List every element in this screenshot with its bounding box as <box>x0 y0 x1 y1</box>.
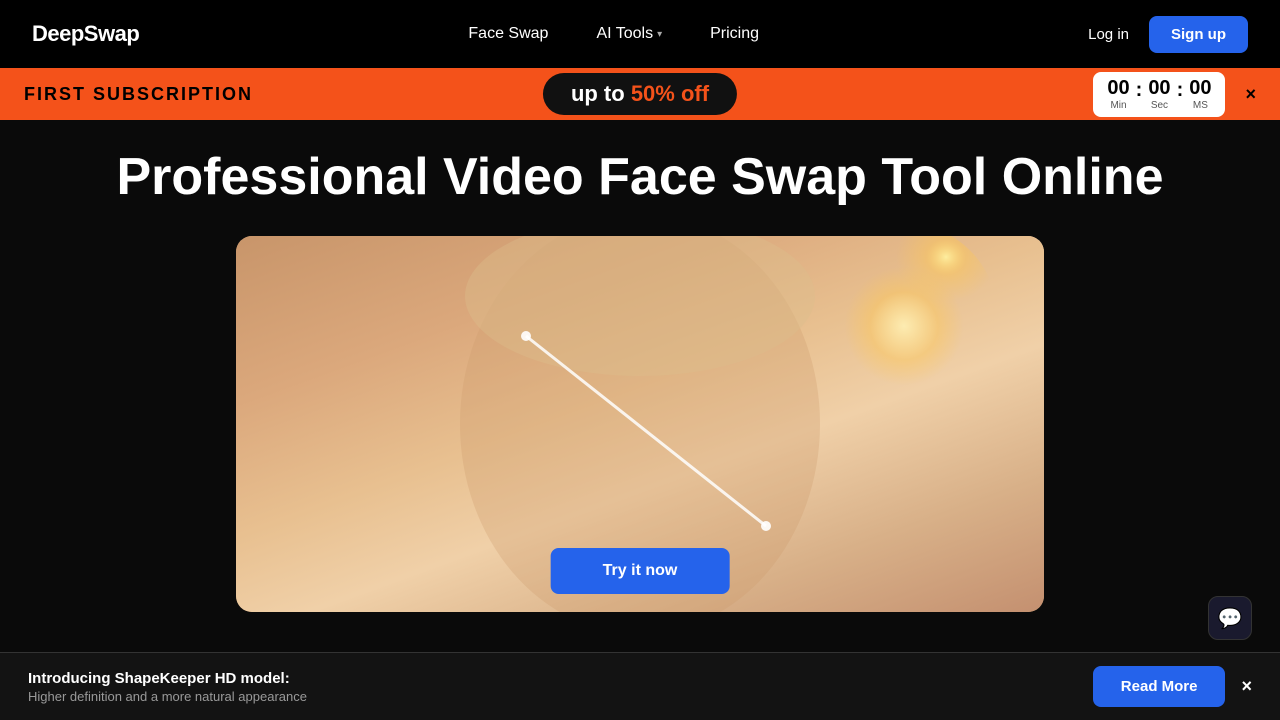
promo-banner: FIRST SUBSCRIPTION up to 50% off 00 Min … <box>0 68 1280 120</box>
hero-title: Professional Video Face Swap Tool Online <box>117 148 1164 208</box>
notification-text: Introducing ShapeKeeper HD model: Higher… <box>28 670 307 704</box>
chat-widget[interactable]: 💬 <box>1208 596 1252 640</box>
countdown-sep-2: : <box>1177 79 1184 110</box>
notification-subtitle: Higher definition and a more natural app… <box>28 689 307 704</box>
navbar: DeepSwap Face Swap AI Tools ▾ Pricing Lo… <box>0 0 1280 68</box>
promo-pill: up to 50% off <box>543 73 737 115</box>
countdown-ms: 00 MS <box>1189 78 1211 111</box>
promo-left-text: FIRST SUBSCRIPTION <box>24 84 253 105</box>
nav-ai-tools[interactable]: AI Tools ▾ <box>596 25 662 43</box>
notification-title: Introducing ShapeKeeper HD model: <box>28 670 307 687</box>
promo-prefix: up to <box>571 81 631 106</box>
signup-button[interactable]: Sign up <box>1149 16 1248 53</box>
notification-actions: Read More × <box>1093 666 1252 707</box>
video-button-area: Try it now <box>551 548 730 594</box>
countdown-min: 00 Min <box>1107 78 1129 111</box>
read-more-button[interactable]: Read More <box>1093 666 1226 707</box>
brand-logo[interactable]: DeepSwap <box>32 21 139 47</box>
nav-links: Face Swap AI Tools ▾ Pricing <box>468 25 759 43</box>
video-preview: Try it now <box>236 236 1044 612</box>
try-now-button[interactable]: Try it now <box>551 548 730 594</box>
close-notification-button[interactable]: × <box>1241 676 1252 697</box>
promo-highlight: 50% off <box>631 81 709 106</box>
ai-tools-chevron-icon: ▾ <box>657 29 662 40</box>
nav-face-swap[interactable]: Face Swap <box>468 25 548 43</box>
countdown-timer: 00 Min : 00 Sec : 00 MS <box>1093 72 1225 117</box>
main-content: Professional Video Face Swap Tool Online <box>0 120 1280 612</box>
login-button[interactable]: Log in <box>1088 26 1129 43</box>
close-banner-button[interactable]: × <box>1245 84 1256 105</box>
countdown-sep-1: : <box>1136 79 1143 110</box>
notification-bar: Introducing ShapeKeeper HD model: Higher… <box>0 652 1280 720</box>
promo-pill-text: up to 50% off <box>571 81 709 106</box>
nav-pricing[interactable]: Pricing <box>710 25 759 43</box>
nav-actions: Log in Sign up <box>1088 16 1248 53</box>
countdown-sec: 00 Sec <box>1148 78 1170 111</box>
chat-icon: 💬 <box>1218 606 1243 631</box>
